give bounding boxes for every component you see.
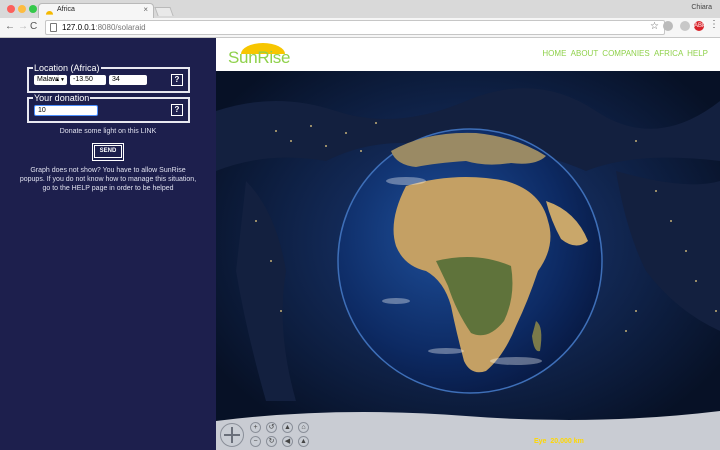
address-bar[interactable]: 127.0.0.1:8080/solaraid ☆ bbox=[45, 20, 665, 35]
browser-tab-strip: Africa × Chiara bbox=[0, 0, 720, 18]
location-fieldset: Location (Africa) Malawi ▲▼ -13.50 34 ? bbox=[27, 63, 190, 93]
zoom-in-icon[interactable]: + bbox=[250, 422, 261, 433]
top-navigation: HOME ABOUT COMPANIES AFRICA HELP bbox=[540, 49, 708, 58]
control-panel: Location (Africa) Malawi ▲▼ -13.50 34 ? … bbox=[0, 38, 216, 450]
maximize-window-button[interactable] bbox=[29, 5, 37, 13]
adblock-icon[interactable]: ABP bbox=[694, 21, 706, 31]
nav-help-link[interactable]: HELP bbox=[687, 49, 708, 58]
donation-legend: Your donation bbox=[34, 93, 90, 103]
page-info-icon[interactable] bbox=[50, 23, 57, 32]
new-tab-button[interactable] bbox=[154, 7, 174, 16]
nav-about-link[interactable]: ABOUT bbox=[571, 49, 598, 58]
close-window-button[interactable] bbox=[7, 5, 15, 13]
location-legend: Location (Africa) bbox=[34, 63, 100, 73]
rotate-right-icon[interactable]: ↻ bbox=[266, 436, 277, 447]
extension-icon[interactable] bbox=[680, 21, 690, 31]
tilt-down-icon[interactable]: ◀ bbox=[282, 436, 293, 447]
tab-close-icon[interactable]: × bbox=[143, 5, 148, 14]
minimize-window-button[interactable] bbox=[18, 5, 26, 13]
nav-companies-link[interactable]: COMPANIES bbox=[602, 49, 649, 58]
forward-icon[interactable]: → bbox=[18, 21, 28, 33]
rotate-left-icon[interactable]: ↺ bbox=[266, 422, 277, 433]
donation-help-button[interactable]: ? bbox=[171, 104, 183, 116]
site-header: SunRise HOME ABOUT COMPANIES AFRICA HELP bbox=[216, 38, 720, 71]
exaggerate-icon[interactable]: ▲ bbox=[298, 436, 309, 447]
donation-fieldset: Your donation 10 ? bbox=[27, 93, 190, 123]
donate-link-text[interactable]: Donate some light on this LINK bbox=[0, 128, 216, 135]
select-arrows-icon: ▲▼ bbox=[55, 77, 65, 83]
reload-icon[interactable]: C bbox=[30, 21, 37, 33]
browser-tab-africa[interactable]: Africa × bbox=[38, 3, 154, 18]
globe-viewer[interactable]: + ↺ ▲ ⌂ − ↻ ◀ ▲ Eye 20,000 km bbox=[216, 71, 720, 450]
tilt-up-icon[interactable]: ▲ bbox=[282, 422, 293, 433]
browser-toolbar: ← → C 127.0.0.1:8080/solaraid ☆ bbox=[0, 18, 720, 38]
location-help-button[interactable]: ? bbox=[171, 74, 183, 86]
extension-icon[interactable] bbox=[663, 21, 673, 31]
url-text[interactable]: 127.0.0.1:8080/solaraid bbox=[62, 23, 146, 32]
tab-title: Africa bbox=[57, 6, 75, 13]
nav-africa-link[interactable]: AFRICA bbox=[654, 49, 683, 58]
zoom-out-icon[interactable]: − bbox=[250, 436, 261, 447]
send-button[interactable]: SEND bbox=[92, 143, 124, 161]
reset-view-icon[interactable]: ⌂ bbox=[298, 422, 309, 433]
latitude-input[interactable]: -13.50 bbox=[70, 75, 106, 85]
sunrise-logo[interactable]: SunRise bbox=[228, 40, 298, 68]
eye-altitude-readout: Eye 20,000 km bbox=[534, 438, 584, 445]
popup-info-text: Graph does not show? You have to allow S… bbox=[19, 167, 197, 192]
nav-home-link[interactable]: HOME bbox=[542, 49, 566, 58]
longitude-input[interactable]: 34 bbox=[109, 75, 147, 85]
browser-menu-icon[interactable]: ⋮ bbox=[709, 19, 719, 30]
pan-control-icon[interactable] bbox=[220, 423, 244, 447]
logo-text: SunRise bbox=[228, 48, 291, 67]
sun-favicon-icon bbox=[45, 11, 54, 15]
profile-name[interactable]: Chiara bbox=[691, 4, 712, 11]
bookmark-star-icon[interactable]: ☆ bbox=[650, 21, 659, 32]
back-icon[interactable]: ← bbox=[5, 21, 15, 33]
country-select[interactable]: Malawi ▲▼ bbox=[34, 75, 67, 85]
donation-input[interactable]: 10 bbox=[34, 105, 98, 116]
world-map bbox=[216, 71, 720, 450]
